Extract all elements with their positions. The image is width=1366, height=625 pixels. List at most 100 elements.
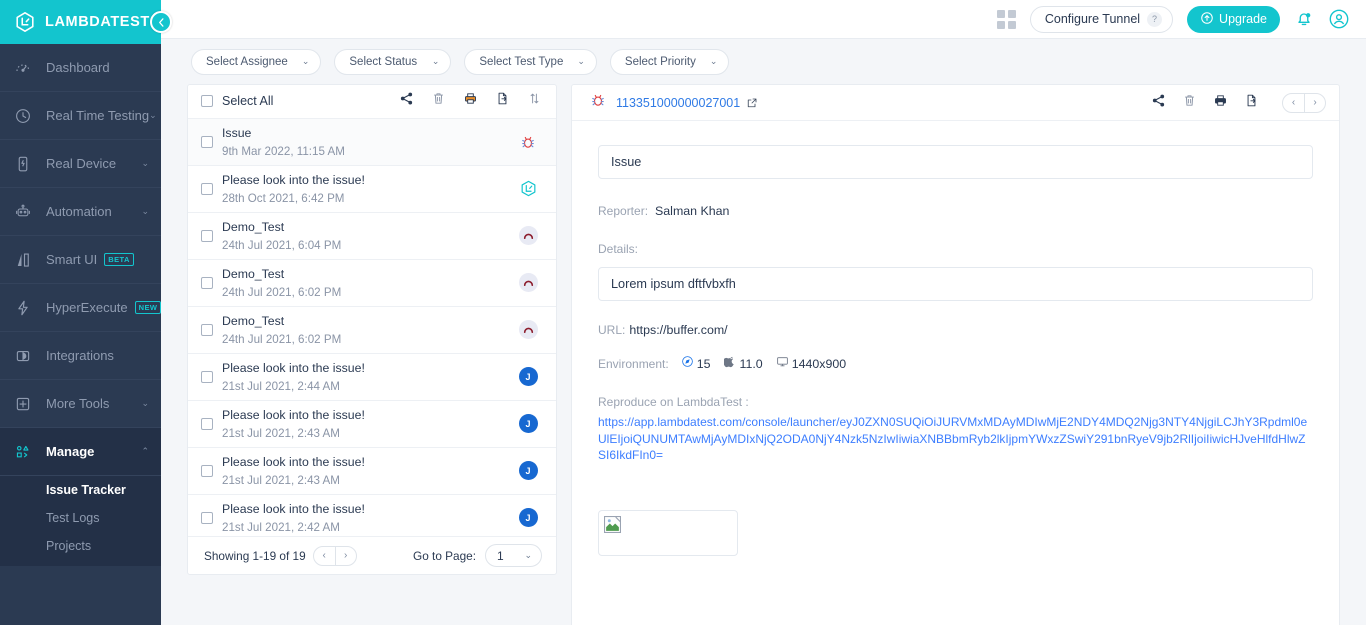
help-icon[interactable]: ? [1147, 12, 1162, 27]
lightning-icon [14, 299, 38, 317]
browser-version: 15 [697, 357, 711, 371]
bug-icon [518, 132, 538, 152]
filter-bar: Select Assignee ⌄ Select Status ⌄ Select… [161, 39, 1366, 84]
issue-date: 21st Jul 2021, 2:44 AM [222, 380, 340, 393]
issue-info: Please look into the issue! 28th Oct 202… [222, 171, 365, 207]
sidebar-item-issue-tracker[interactable]: Issue Tracker [0, 476, 161, 504]
chevron-down-icon: ⌄ [710, 56, 718, 67]
clock-icon [14, 107, 38, 125]
sidebar-item-dashboard[interactable]: Dashboard [0, 44, 161, 92]
sidebar-item-integrations[interactable]: Integrations [0, 332, 161, 380]
issue-title: Please look into the issue! [222, 502, 365, 516]
sidebar-item-label: HyperExecute [46, 300, 128, 315]
share-icon[interactable] [1151, 93, 1166, 113]
row-checkbox[interactable] [201, 324, 213, 336]
sidebar-item-projects[interactable]: Projects [0, 532, 161, 560]
showing-count: Showing 1-19 of 19 [204, 549, 306, 563]
export-icon[interactable] [1244, 93, 1259, 113]
issue-title: Please look into the issue! [222, 361, 365, 375]
reporter-row: Reporter: Salman Khan [598, 204, 1313, 218]
trash-icon[interactable] [1182, 93, 1197, 113]
sidebar-collapse-button[interactable] [150, 11, 172, 33]
screenshot-thumbnail[interactable] [598, 510, 738, 556]
issue-date: 21st Jul 2021, 2:43 AM [222, 474, 340, 487]
external-link-icon[interactable] [746, 97, 758, 109]
details-field[interactable]: Lorem ipsum dftfvbxfh [598, 267, 1313, 301]
reporter-label: Reporter: [598, 204, 648, 218]
filter-select-priority[interactable]: Select Priority ⌄ [610, 49, 729, 75]
asana-icon [518, 273, 538, 293]
sidebar-item-label: More Tools [46, 396, 109, 411]
issue-id-link[interactable]: 113351000000027001 [616, 96, 740, 110]
issue-list-item[interactable]: Please look into the issue! 21st Jul 202… [188, 354, 556, 401]
export-icon[interactable] [495, 91, 510, 111]
issue-list-item[interactable]: Issue 9th Mar 2022, 11:15 AM [188, 119, 556, 166]
prev-page-button[interactable]: ‹ [314, 547, 335, 565]
issue-list-item[interactable]: Demo_Test 24th Jul 2021, 6:04 PM [188, 213, 556, 260]
sidebar-item-smart-ui[interactable]: Smart UI BETA [0, 236, 161, 284]
trash-icon[interactable] [431, 91, 446, 111]
row-checkbox[interactable] [201, 465, 213, 477]
row-checkbox[interactable] [201, 277, 213, 289]
issue-list-item[interactable]: Please look into the issue! 21st Jul 202… [188, 401, 556, 448]
row-checkbox[interactable] [201, 512, 213, 524]
issue-list-item[interactable]: Please look into the issue! 21st Jul 202… [188, 448, 556, 495]
sidebar-item-manage[interactable]: Manage ⌃ [0, 428, 161, 476]
print-icon[interactable] [1213, 93, 1228, 113]
sidebar-item-real-device[interactable]: Real Device ⌄ [0, 140, 161, 188]
new-badge: NEW [135, 301, 162, 314]
sidebar-item-more-tools[interactable]: More Tools ⌄ [0, 380, 161, 428]
reproduce-label: Reproduce on LambdaTest : [598, 395, 1313, 409]
sidebar-item-test-logs[interactable]: Test Logs [0, 504, 161, 532]
asana-icon [518, 226, 538, 246]
chevron-up-icon: ⌃ [141, 446, 149, 457]
list-toolbar [399, 91, 542, 111]
filter-select-assignee[interactable]: Select Assignee ⌄ [191, 49, 321, 75]
row-checkbox[interactable] [201, 183, 213, 195]
sidebar-item-real-time-testing[interactable]: Real Time Testing ⌄ [0, 92, 161, 140]
issue-list-item[interactable]: Please look into the issue! 28th Oct 202… [188, 166, 556, 213]
filter-label: Select Priority [625, 56, 696, 68]
issue-title-field[interactable]: Issue [598, 145, 1313, 179]
app-root: LAMBDATEST Dashboard Real Time Te [0, 0, 1366, 625]
resolution-info: 1440x900 [776, 355, 846, 373]
issue-info: Demo_Test 24th Jul 2021, 6:02 PM [222, 312, 341, 348]
sidebar-item-hyperexecute[interactable]: HyperExecute NEW [0, 284, 161, 332]
sidebar-item-label: Dashboard [46, 60, 110, 75]
configure-tunnel-button[interactable]: Configure Tunnel ? [1030, 6, 1173, 33]
row-checkbox[interactable] [201, 230, 213, 242]
row-checkbox[interactable] [201, 418, 213, 430]
sidebar-submenu-manage: Issue Tracker Test Logs Projects [0, 476, 161, 566]
upgrade-button[interactable]: Upgrade [1187, 6, 1280, 33]
sidebar-item-automation[interactable]: Automation ⌄ [0, 188, 161, 236]
beta-badge: BETA [104, 253, 133, 266]
filter-select-status[interactable]: Select Status ⌄ [334, 49, 451, 75]
reproduce-url-link[interactable]: https://app.lambdatest.com/console/launc… [598, 414, 1313, 464]
next-issue-button[interactable]: › [1304, 94, 1325, 112]
sort-icon[interactable] [527, 91, 542, 111]
next-page-button[interactable]: › [335, 547, 356, 565]
jira-icon: J [518, 508, 538, 528]
issue-list-item[interactable]: Please look into the issue! 21st Jul 202… [188, 495, 556, 537]
issue-title: Demo_Test [222, 314, 284, 328]
go-to-page: Go to Page: 1 ⌄ [413, 544, 542, 567]
share-icon[interactable] [399, 91, 414, 111]
issue-detail-header: 113351000000027001 [572, 85, 1339, 121]
user-account-icon[interactable] [1328, 8, 1350, 30]
row-checkbox[interactable] [201, 371, 213, 383]
app-grid-icon[interactable] [997, 10, 1016, 29]
bell-icon[interactable] [1294, 9, 1314, 29]
issue-title: Demo_Test [222, 267, 284, 281]
main-area: Configure Tunnel ? Upgrade [161, 0, 1366, 625]
issue-info: Please look into the issue! 21st Jul 202… [222, 500, 365, 536]
select-all-checkbox[interactable] [201, 95, 213, 107]
prev-issue-button[interactable]: ‹ [1283, 94, 1304, 112]
filter-select-test-type[interactable]: Select Test Type ⌄ [464, 49, 597, 75]
issue-list-item[interactable]: Demo_Test 24th Jul 2021, 6:02 PM [188, 307, 556, 354]
page-select[interactable]: 1 ⌄ [485, 544, 542, 567]
issue-list-item[interactable]: Demo_Test 24th Jul 2021, 6:02 PM [188, 260, 556, 307]
print-icon[interactable] [463, 91, 478, 111]
list-pagination: ‹ › [313, 546, 357, 566]
row-checkbox[interactable] [201, 136, 213, 148]
jira-icon: J [518, 367, 538, 387]
